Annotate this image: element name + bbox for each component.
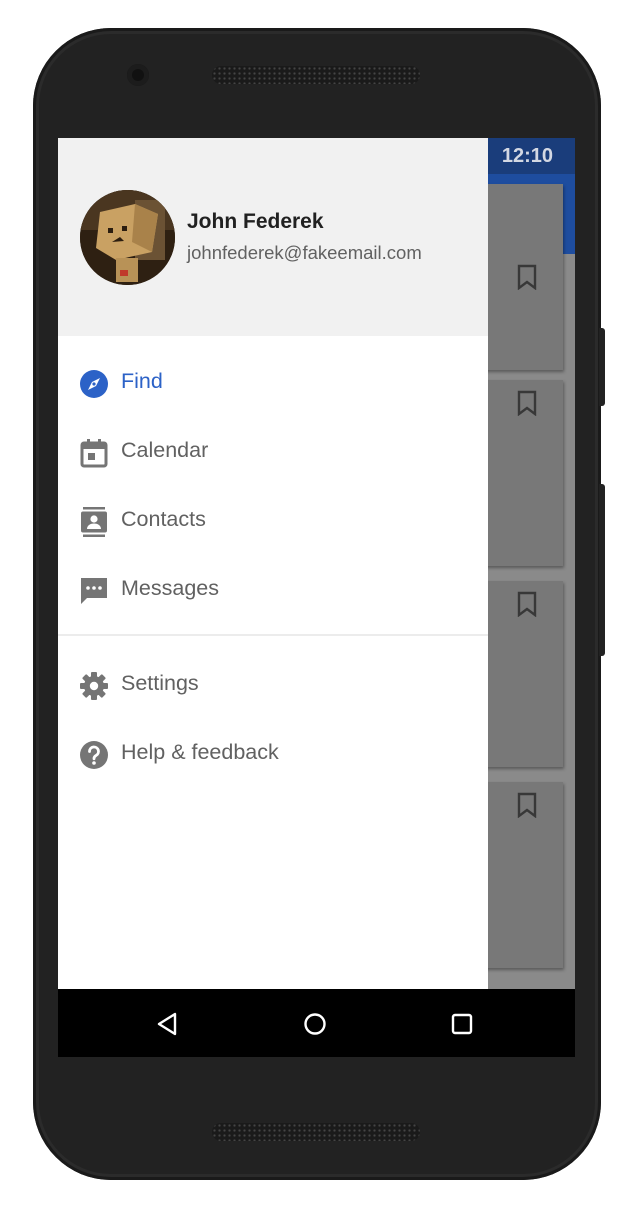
nav-item-contacts[interactable]: Contacts xyxy=(58,487,488,556)
message-icon xyxy=(81,578,107,604)
nav-label-settings: Settings xyxy=(121,671,199,695)
bottom-speaker-grille xyxy=(212,1123,420,1141)
user-name: John Federek xyxy=(187,210,324,233)
nav-label-help-feedback: Help & feedback xyxy=(121,740,279,764)
nav-label-messages: Messages xyxy=(121,576,219,600)
navigation-drawer: John Federek johnfederek@fakeemail.com F… xyxy=(58,138,488,989)
back-icon[interactable] xyxy=(151,1007,185,1041)
help-icon xyxy=(80,741,108,769)
gear-icon xyxy=(80,672,108,700)
screen: 12:10 John Federek johnfederek@fakeemail… xyxy=(58,138,575,1057)
drawer-divider xyxy=(58,634,488,636)
home-icon[interactable] xyxy=(298,1007,332,1041)
nav-label-contacts: Contacts xyxy=(121,507,206,531)
nav-item-messages[interactable]: Messages xyxy=(58,556,488,625)
nav-item-calendar[interactable]: Calendar xyxy=(58,418,488,487)
nav-item-find[interactable]: Find xyxy=(58,349,488,418)
nav-label-find: Find xyxy=(121,369,163,393)
user-email: johnfederek@fakeemail.com xyxy=(187,242,422,263)
recents-icon[interactable] xyxy=(445,1007,479,1041)
nav-label-calendar: Calendar xyxy=(121,438,209,462)
avatar-image xyxy=(80,190,175,285)
power-button xyxy=(599,328,605,406)
drawer-header: John Federek johnfederek@fakeemail.com xyxy=(58,138,488,336)
volume-button xyxy=(599,484,605,656)
nav-item-help-feedback[interactable]: Help & feedback xyxy=(58,720,488,789)
system-nav-bar xyxy=(58,989,575,1057)
calendar-icon xyxy=(80,439,108,468)
top-speaker-grille xyxy=(212,66,420,84)
avatar[interactable] xyxy=(80,190,175,285)
front-camera xyxy=(127,64,149,86)
compass-icon xyxy=(80,370,108,398)
contacts-icon xyxy=(81,507,107,537)
nav-item-settings[interactable]: Settings xyxy=(58,651,488,720)
